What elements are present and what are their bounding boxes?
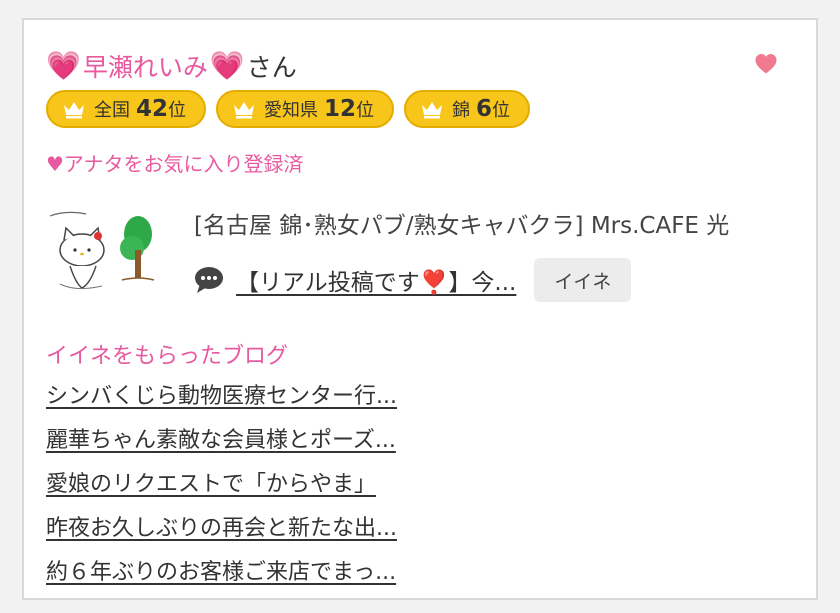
like-button[interactable]: イイネ (534, 258, 632, 302)
rank-number: 12 (324, 96, 357, 122)
blog-link[interactable]: 昨夜お久しぶりの再会と新たな出... (46, 516, 397, 541)
blog-link[interactable]: 約６年ぶりのお客様ご来店でまっ... (46, 560, 396, 585)
list-item: シンバくじら動物医療センター行... (46, 378, 397, 422)
rank-area: 愛知県 (264, 100, 319, 121)
profile-card: 💗 早瀬れいみ 💗 さん 全国 42 位 愛知県 12 位 錦 6 位 ♥アナタ… (22, 18, 818, 600)
user-name[interactable]: 早瀬れいみ (83, 48, 208, 84)
list-item: 昨夜お久しぶりの再会と新たな出... (46, 510, 397, 554)
rank-number: 42 (136, 96, 169, 122)
rank-unit: 位 (492, 100, 511, 121)
user-header: 💗 早瀬れいみ 💗 さん (46, 46, 297, 86)
rank-area: 錦 (452, 100, 471, 121)
rank-unit: 位 (356, 100, 375, 121)
pink-heart-icon: 💗 (209, 49, 245, 82)
liked-blogs-list: シンバくじら動物医療センター行... 麗華ちゃん素敵な会員様とポーズ... 愛娘… (46, 378, 397, 598)
rank-number: 6 (476, 96, 493, 122)
rank-badge-area[interactable]: 錦 6 位 (404, 90, 531, 128)
liked-blogs-heading: イイネをもらったブログ (46, 344, 289, 369)
post-link[interactable]: 【リアル投稿です❣️】今... (236, 263, 516, 297)
blog-link[interactable]: 愛娘のリクエストで「からやま」 (46, 472, 376, 497)
name-suffix: さん (246, 53, 297, 82)
heart-icon[interactable] (754, 52, 778, 76)
blog-link[interactable]: 麗華ちゃん素敵な会員様とポーズ... (46, 428, 396, 453)
rank-unit: 位 (168, 100, 187, 121)
crown-icon (234, 102, 255, 119)
rank-badge-prefecture[interactable]: 愛知県 12 位 (216, 90, 395, 128)
rank-badges: 全国 42 位 愛知県 12 位 錦 6 位 (46, 90, 531, 128)
favorite-status: ♥アナタをお気に入り登録済 (46, 152, 304, 176)
list-item: 麗華ちゃん素敵な会員様とポーズ... (46, 422, 397, 466)
crown-icon (422, 102, 443, 119)
latest-post: 【リアル投稿です❣️】今... イイネ (194, 258, 632, 302)
avatar[interactable] (46, 204, 158, 296)
crown-icon (64, 102, 84, 119)
blog-link[interactable]: シンバくじら動物医療センター行... (46, 384, 397, 409)
shop-name[interactable]: [名古屋 錦･熟女パブ/熟女キャバクラ] Mrs.CAFE 光 (194, 206, 729, 240)
list-item: 約６年ぶりのお客様ご来店でまっ... (46, 554, 397, 598)
pink-heart-icon: 💗 (46, 49, 81, 82)
speech-bubble-icon (195, 267, 223, 293)
list-item: 愛娘のリクエストで「からやま」 (46, 466, 397, 510)
rank-area: 全国 (94, 100, 130, 121)
rank-badge-national[interactable]: 全国 42 位 (46, 90, 207, 128)
